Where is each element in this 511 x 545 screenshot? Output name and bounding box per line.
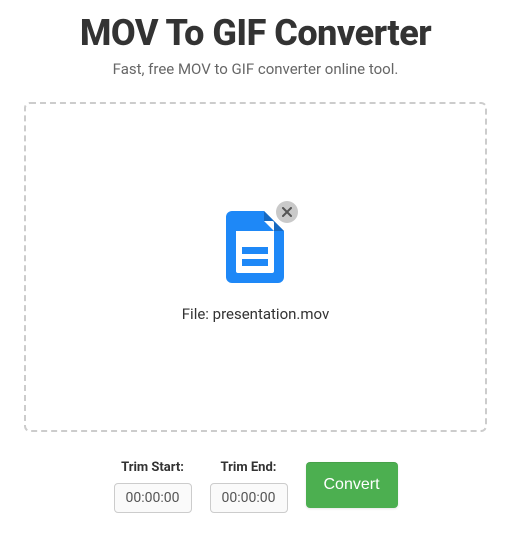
file-icon bbox=[226, 268, 284, 287]
trim-start-input[interactable] bbox=[114, 483, 192, 513]
remove-file-button[interactable] bbox=[276, 201, 298, 223]
controls-row: Trim Start: Trim End: Convert bbox=[24, 460, 487, 513]
page-subtitle: Fast, free MOV to GIF converter online t… bbox=[24, 60, 487, 78]
file-dropzone[interactable]: File: presentation.mov bbox=[24, 102, 487, 432]
page-title: MOV To GIF Converter bbox=[24, 12, 487, 54]
trim-end-label: Trim End: bbox=[221, 460, 277, 475]
file-name-label: File: presentation.mov bbox=[182, 305, 329, 323]
uploaded-file: File: presentation.mov bbox=[182, 211, 329, 323]
trim-end-input[interactable] bbox=[210, 483, 288, 513]
close-icon bbox=[282, 207, 292, 217]
trim-start-label: Trim Start: bbox=[121, 460, 184, 475]
convert-button[interactable]: Convert bbox=[306, 462, 398, 508]
